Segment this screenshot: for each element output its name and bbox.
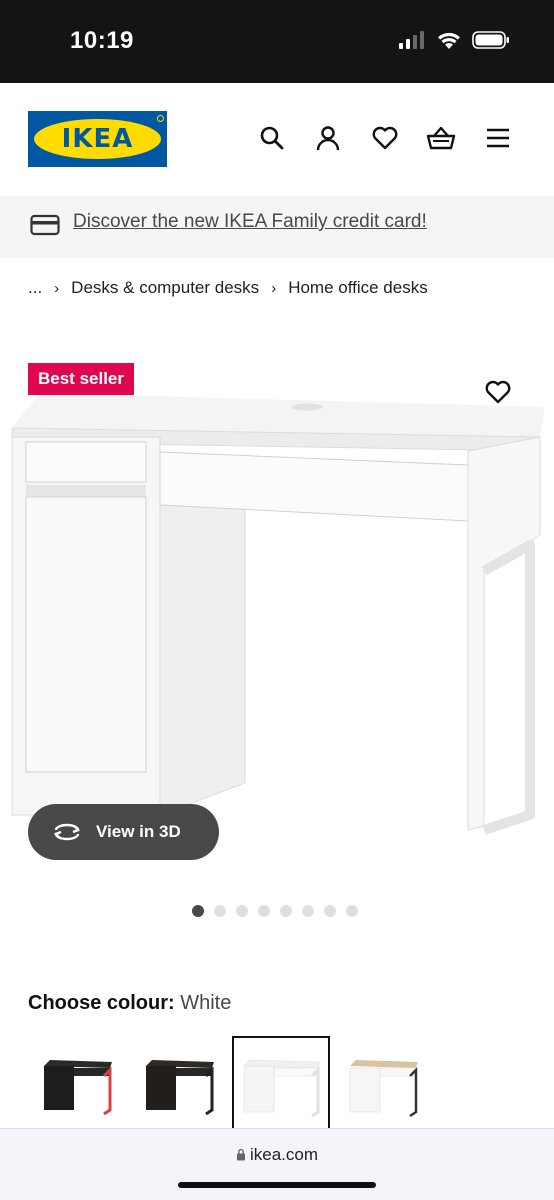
desk-thumbnail (44, 1060, 112, 1116)
account-icon (316, 126, 340, 151)
status-icons (398, 30, 510, 50)
breadcrumb-home-office[interactable]: Home office desks (288, 278, 428, 298)
promo-banner[interactable]: Discover the new IKEA Family credit card… (0, 196, 554, 258)
image-carousel-dots (192, 905, 358, 917)
swatch-white[interactable] (232, 1036, 330, 1134)
rotate-3d-icon (54, 823, 80, 841)
ikea-logo[interactable]: IKEA (28, 111, 167, 167)
heart-icon (485, 380, 511, 404)
promo-link[interactable]: Discover the new IKEA Family credit card… (73, 211, 427, 233)
url-text: ikea.com (249, 1145, 319, 1164)
carousel-dot[interactable] (302, 905, 314, 917)
add-to-favourites-button[interactable] (483, 377, 513, 407)
registered-mark (157, 115, 164, 122)
search-icon (260, 126, 284, 150)
menu-icon (487, 128, 509, 148)
view-in-3d-label: View in 3D (96, 822, 181, 841)
basket-icon (426, 126, 456, 150)
chevron-right-icon: › (54, 279, 60, 297)
carousel-dot[interactable] (192, 905, 204, 917)
search-button[interactable] (257, 123, 287, 153)
carousel-dot[interactable] (258, 905, 270, 917)
desk-thumbnail (349, 1060, 418, 1118)
chevron-right-icon: › (271, 279, 277, 297)
account-button[interactable] (313, 123, 343, 153)
breadcrumb: ... › Desks & computer desks › Home offi… (28, 278, 428, 298)
battery-icon (472, 31, 509, 49)
home-indicator[interactable] (178, 1182, 376, 1188)
status-bar: 10:19 (0, 0, 554, 83)
status-time: 10:19 (70, 27, 134, 54)
carousel-dot[interactable] (214, 905, 226, 917)
best-seller-badge: Best seller (28, 363, 134, 395)
swatch-black-red[interactable] (28, 1036, 126, 1134)
favourites-button[interactable] (370, 123, 400, 153)
basket-button[interactable] (426, 123, 456, 153)
carousel-dot[interactable] (280, 905, 292, 917)
site-header: IKEA (0, 83, 554, 195)
view-in-3d-button[interactable]: View in 3D (28, 804, 219, 860)
product-gallery[interactable]: Best seller View in 3D (0, 340, 554, 900)
swatch-black-brown[interactable] (130, 1036, 228, 1134)
desk-thumbnail (146, 1060, 214, 1116)
signal-icon (399, 31, 424, 49)
desk-thumbnail (243, 1059, 321, 1118)
credit-card-icon (30, 214, 60, 236)
carousel-dot[interactable] (324, 905, 336, 917)
colour-label: Choose colour: White (28, 992, 231, 1015)
product-image (11, 393, 545, 835)
swatch-white-oak[interactable] (334, 1036, 432, 1134)
heart-icon (372, 126, 398, 150)
logo-text: IKEA (61, 124, 134, 154)
carousel-dot[interactable] (346, 905, 358, 917)
breadcrumb-ellipsis[interactable]: ... (28, 278, 42, 298)
logo-oval: IKEA (34, 119, 161, 159)
lock-icon (236, 1148, 245, 1161)
selected-colour-value: White (180, 992, 232, 1014)
browser-address-bar[interactable]: ikea.com (0, 1128, 554, 1200)
breadcrumb-desks[interactable]: Desks & computer desks (71, 278, 259, 298)
colour-swatches (28, 1036, 432, 1134)
choose-colour-label: Choose colour: (28, 992, 175, 1014)
carousel-dot[interactable] (236, 905, 248, 917)
menu-button[interactable] (483, 123, 513, 153)
url-display[interactable]: ikea.com (0, 1145, 554, 1165)
wifi-icon (438, 32, 460, 49)
